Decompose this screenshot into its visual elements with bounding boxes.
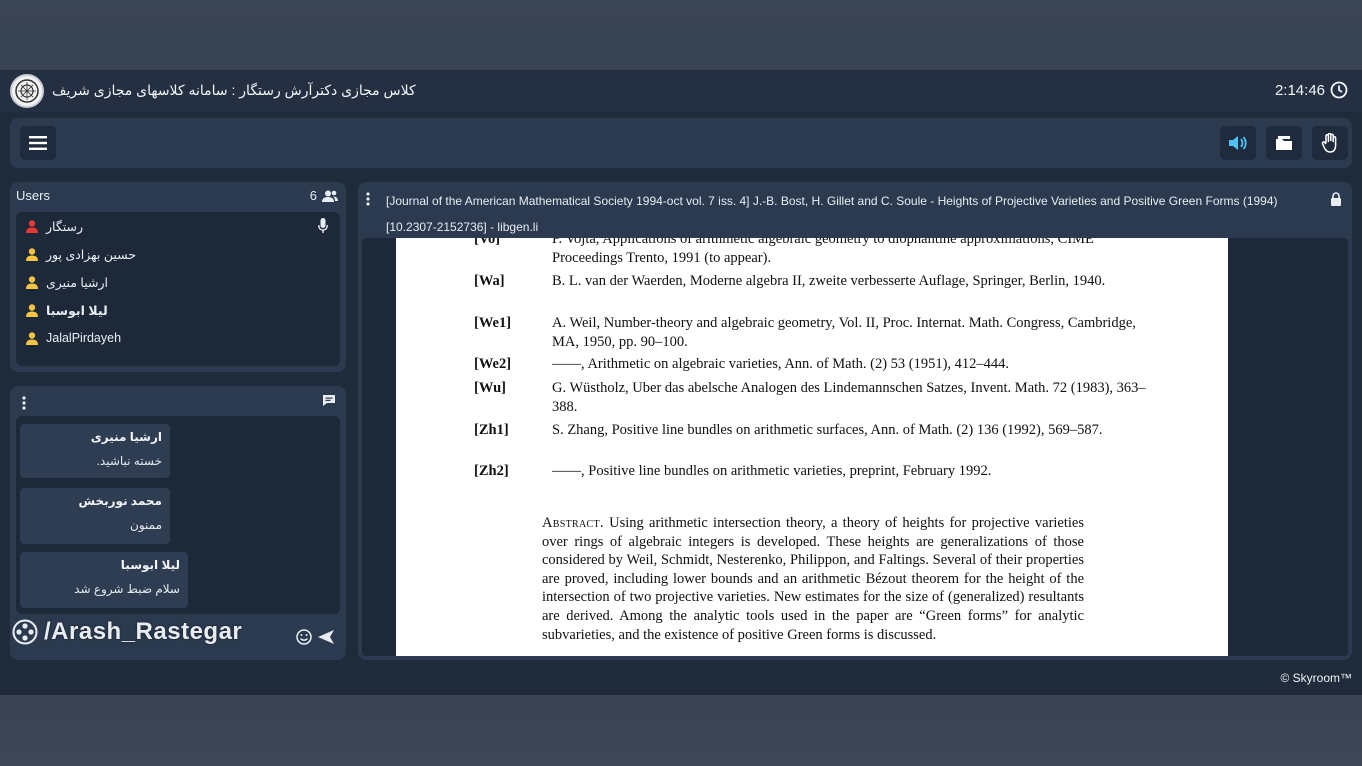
session-clock: 2:14:46 — [1275, 81, 1348, 99]
user-name: حسین بهزادی پور — [46, 247, 137, 262]
host-user-icon — [26, 219, 38, 233]
toolbar — [10, 118, 1352, 168]
chat-message: محمد نوربخش ممنون — [20, 488, 170, 544]
user-icon — [26, 275, 38, 289]
reference-text: B. L. van der Waerden, Moderne algebra I… — [552, 273, 1106, 289]
users-count-value: 6 — [309, 188, 317, 203]
user-item[interactable]: حسین بهزادی پور — [16, 240, 340, 268]
users-count: 6 — [310, 188, 338, 203]
reference-text: P. Vojta, Applications of arithmetic alg… — [552, 238, 1094, 266]
speaker-button[interactable] — [1220, 126, 1256, 160]
reference-text: ——, Positive line bundles on arithmetic … — [552, 463, 992, 479]
hamburger-icon — [29, 136, 47, 150]
app-window: کلاس مجازی دکترآرش رستگار : سامانه کلاسه… — [0, 70, 1362, 695]
clock-value: 2:14:46 — [1274, 81, 1325, 99]
user-item[interactable]: رستگار — [16, 212, 340, 240]
users-list[interactable]: رستگار حسین بهزادی پور ارشیا منیری لیلا … — [16, 212, 340, 366]
reference-key: [Zh2] — [474, 463, 509, 479]
user-icon — [26, 247, 38, 261]
folder-icon — [1276, 136, 1292, 150]
chat-message: لیلا ابوسبا سلام ضبط شروع شد — [20, 552, 188, 608]
chat-options-icon[interactable] — [22, 396, 26, 410]
user-item[interactable]: ارشیا منیری — [16, 268, 340, 296]
abstract: Abstract. Using arithmetic intersection … — [542, 514, 1084, 644]
title-bar: کلاس مجازی دکترآرش رستگار : سامانه کلاسه… — [0, 70, 1362, 112]
abstract-text: Using arithmetic intersection theory, a … — [542, 515, 1085, 643]
user-name: ارشیا منیری — [46, 275, 108, 290]
message-author: لیلا ابوسبا — [120, 558, 180, 572]
document-options-icon[interactable] — [366, 192, 370, 206]
message-text: خسته نباشید. — [96, 454, 162, 468]
user-name: لیلا ابوسبا — [46, 303, 108, 318]
clock-icon — [1330, 81, 1348, 99]
reference-key: [Wa] — [474, 273, 505, 289]
user-item[interactable]: JalalPirdayeh — [16, 324, 340, 352]
user-icon — [26, 303, 38, 317]
users-label: Users — [16, 188, 50, 203]
whiteboard-button[interactable] — [1266, 126, 1302, 160]
message-text: ممنون — [130, 518, 162, 532]
reference-key: [We2] — [474, 356, 512, 372]
users-panel: Users 6 رستگار حسین بهزادی پور ارشیا منی… — [10, 182, 346, 372]
document-viewer[interactable]: [Vo] P. Vojta, Applications of arithmeti… — [362, 238, 1348, 656]
reference-text: A. Weil, Number-theory and algebraic geo… — [552, 315, 1136, 350]
document-page: [Vo] P. Vojta, Applications of arithmeti… — [396, 238, 1228, 656]
document-title: [Journal of the American Mathematical So… — [386, 194, 1278, 234]
message-author: ارشیا منیری — [90, 430, 162, 444]
hand-icon — [1321, 133, 1337, 153]
lock-icon[interactable] — [1330, 192, 1342, 206]
watermark: /Arash_Rastegar — [12, 618, 242, 646]
reference-key: [Zh1] — [474, 422, 509, 438]
reference-key: [We1] — [474, 315, 512, 331]
watermark-text: /Arash_Rastegar — [44, 618, 243, 645]
emoji-icon[interactable] — [296, 629, 312, 645]
class-title: کلاس مجازی دکترآرش رستگار : سامانه کلاسه… — [52, 82, 416, 98]
reference-text: S. Zhang, Positive line bundles on arith… — [552, 422, 1103, 438]
message-author: محمد نوربخش — [78, 494, 162, 508]
microphone-icon — [318, 218, 328, 233]
raise-hand-button[interactable] — [1312, 126, 1348, 160]
send-icon[interactable] — [318, 630, 334, 644]
chat-messages[interactable]: ارشیا منیری خسته نباشید. محمد نوربخش ممن… — [16, 416, 340, 614]
user-item[interactable]: لیلا ابوسبا — [16, 296, 340, 324]
university-logo — [10, 74, 44, 108]
abstract-heading: Abstract. — [542, 515, 604, 531]
document-panel: [Journal of the American Mathematical So… — [358, 182, 1352, 660]
film-reel-icon — [12, 619, 38, 645]
reference-text: ——, Arithmetic on algebraic varieties, A… — [552, 356, 1010, 372]
user-icon — [26, 331, 38, 345]
skyroom-brand: © Skyroom™ — [1280, 671, 1352, 685]
user-name: JalalPirdayeh — [46, 331, 122, 345]
message-text: سلام ضبط شروع شد — [74, 582, 180, 596]
chat-bubble-icon — [323, 395, 335, 406]
reference-key: [Wu] — [474, 380, 506, 396]
chat-message: ارشیا منیری خسته نباشید. — [20, 424, 170, 478]
menu-button[interactable] — [20, 126, 56, 160]
speaker-icon — [1229, 136, 1247, 150]
users-icon — [322, 190, 338, 202]
reference-text: G. Wüstholz, Uber das abelsche Analogen … — [552, 380, 1146, 415]
user-name: رستگار — [46, 219, 84, 234]
reference-key: [Vo] — [474, 238, 501, 247]
